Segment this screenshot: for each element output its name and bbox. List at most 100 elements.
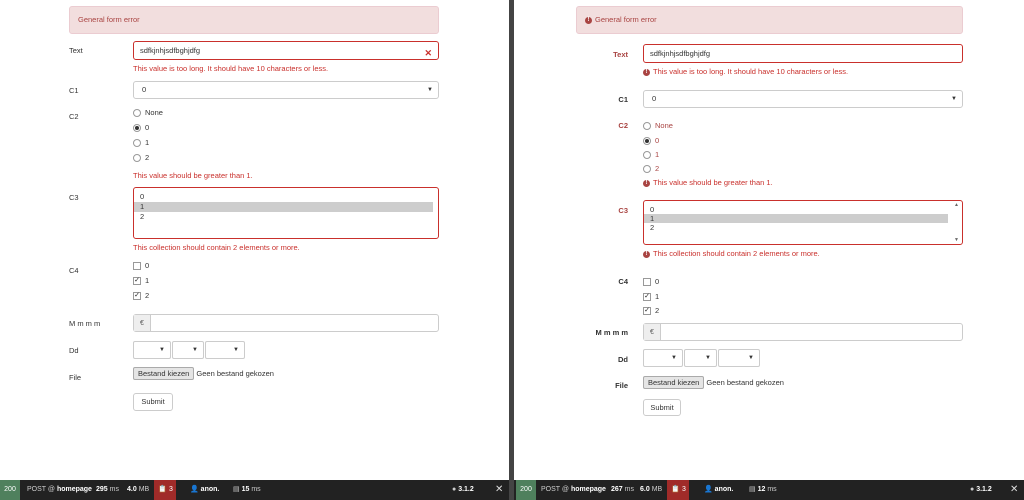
c2-radio-1[interactable]: 1	[133, 138, 150, 148]
money-input[interactable]: €	[133, 314, 439, 332]
c2-label: C2	[618, 121, 628, 130]
exclamation-circle-icon: !	[643, 179, 650, 187]
c2-option-label: 2	[655, 164, 660, 173]
error-count: 3	[169, 486, 173, 493]
dd-year-select[interactable]: ▼	[718, 349, 760, 367]
error-count: 3	[682, 486, 686, 493]
c4-option-label: 2	[145, 291, 150, 300]
c2-radio-0[interactable]: 0	[643, 136, 660, 146]
memory-unit: MB	[138, 486, 150, 493]
time-metric[interactable]: 267 ms	[611, 480, 634, 500]
c2-option-label: None	[145, 108, 163, 117]
c3-error: ! This collection should contain 2 elemen…	[643, 249, 820, 258]
money-label: M m m m	[69, 319, 101, 328]
c3-multiselect[interactable]: 0 1 2	[133, 187, 439, 239]
c3-option-selected[interactable]: 1	[644, 214, 948, 223]
c4-label: C4	[69, 266, 79, 275]
close-icon[interactable]: ✕	[1010, 480, 1018, 500]
money-label: M m m m	[595, 328, 628, 337]
c3-option[interactable]: 0	[644, 205, 948, 214]
c4-checkbox-2[interactable]: ✓ 2	[643, 306, 659, 316]
memory-value: 4.0	[127, 486, 137, 493]
symfony-version[interactable]: ● 3.1.2	[452, 480, 474, 500]
c2-error-text: This value should be greater than 1.	[653, 178, 773, 187]
symfony-logo-icon: ●	[452, 486, 457, 493]
request-route: homepage	[570, 486, 606, 493]
c1-select-value: 0	[142, 85, 147, 94]
c3-label: C3	[69, 193, 79, 202]
radio-icon	[133, 139, 141, 148]
file-none-text: Geen bestand gekozen	[196, 369, 274, 378]
dd-month-select[interactable]: ▼	[684, 349, 717, 367]
chevron-down-icon: ▼	[233, 347, 239, 353]
c3-option[interactable]: 2	[644, 223, 948, 232]
c4-checkbox-2[interactable]: ✓ 2	[133, 291, 150, 301]
c2-radio-none[interactable]: None	[643, 121, 673, 131]
submit-button[interactable]: Submit	[133, 393, 173, 411]
chevron-down-icon: ▼	[192, 347, 198, 353]
text-error: This value is too long. It should have 1…	[133, 64, 329, 73]
form-errors-badge[interactable]: 📋 3	[154, 480, 176, 500]
status-badge[interactable]: 200	[0, 480, 20, 500]
request-info[interactable]: POST @ homepage	[27, 480, 92, 500]
clipboard-icon: 📋	[671, 486, 680, 493]
user-icon: 👤	[704, 486, 713, 493]
file-input[interactable]: Bestand kiezen Geen bestand gekozen	[643, 376, 784, 389]
c2-radio-none[interactable]: None	[133, 108, 163, 118]
memory-metric[interactable]: 6.0 MB	[640, 480, 662, 500]
c3-option[interactable]: 0	[134, 192, 433, 202]
request-info[interactable]: POST @ homepage	[541, 480, 606, 500]
submit-button[interactable]: Submit	[643, 399, 681, 416]
text-label: Text	[69, 46, 83, 55]
c4-checkbox-0[interactable]: 0	[133, 261, 149, 271]
money-input[interactable]: €	[643, 323, 963, 341]
dd-year-select[interactable]: ▼	[205, 341, 245, 359]
symfony-version[interactable]: ● 3.1.2	[970, 480, 992, 500]
file-input[interactable]: Bestand kiezen Geen bestand gekozen	[133, 367, 274, 380]
c3-option-selected[interactable]: 1	[134, 202, 433, 212]
dd-day-select[interactable]: ▼	[133, 341, 171, 359]
file-choose-button[interactable]: Bestand kiezen	[643, 376, 705, 389]
c4-checkbox-1[interactable]: ✓ 1	[133, 276, 149, 286]
text-label: Text	[613, 50, 628, 59]
checkbox-checked-icon: ✓	[133, 277, 141, 286]
c3-option[interactable]: 2	[134, 212, 433, 222]
c3-multiselect[interactable]: 0 1 2 ▲ ▼	[643, 200, 963, 245]
c2-radio-0[interactable]: 0	[133, 123, 149, 133]
c2-option-label: 0	[655, 136, 660, 145]
radio-icon	[133, 109, 141, 118]
c3-error: This collection should contain 2 element…	[133, 243, 300, 252]
c2-radio-2[interactable]: 2	[133, 153, 149, 163]
c1-select[interactable]: 0 ▼	[643, 90, 963, 108]
c1-select[interactable]: 0 ▼	[133, 81, 439, 99]
scroll-down-icon[interactable]: ▼	[954, 237, 959, 243]
exclamation-circle-icon: !	[643, 250, 650, 258]
memory-metric[interactable]: 4.0 MB	[127, 480, 149, 500]
dd-month-select[interactable]: ▼	[172, 341, 204, 359]
c2-option-label: 1	[145, 138, 150, 147]
user-metric[interactable]: 👤 anon.	[190, 480, 219, 500]
c4-checkbox-0[interactable]: 0	[643, 277, 660, 287]
db-metric[interactable]: ▤ 12 ms	[749, 480, 777, 500]
form-errors-badge[interactable]: 📋 3	[667, 480, 689, 500]
c4-option-label: 0	[655, 277, 660, 286]
database-icon: ▤	[749, 486, 756, 493]
db-metric[interactable]: ▤ 15 ms	[233, 480, 261, 500]
c1-label: C1	[618, 95, 628, 104]
text-input-value: sdfkjnhjsdfbghjdfg	[650, 49, 711, 58]
scroll-up-icon[interactable]: ▲	[954, 202, 959, 208]
text-input[interactable]: sdfkjnhjsdfbghjdfg	[643, 44, 963, 63]
dd-day-select[interactable]: ▼	[643, 349, 683, 367]
user-metric[interactable]: 👤 anon.	[704, 480, 733, 500]
close-icon[interactable]: ✕	[495, 480, 503, 500]
c2-radio-2[interactable]: 2	[643, 164, 660, 174]
chevron-down-icon: ▼	[748, 355, 754, 361]
text-input[interactable]: sdfkjnhjsdfbghjdfg ✕	[133, 41, 439, 60]
db-value: 12	[757, 486, 766, 493]
alert-text: General form error	[78, 15, 140, 24]
file-choose-button[interactable]: Bestand kiezen	[133, 367, 195, 380]
status-badge[interactable]: 200	[516, 480, 536, 500]
c4-checkbox-1[interactable]: ✓ 1	[643, 292, 659, 302]
c2-radio-1[interactable]: 1	[643, 150, 659, 160]
time-metric[interactable]: 295 ms	[96, 480, 119, 500]
